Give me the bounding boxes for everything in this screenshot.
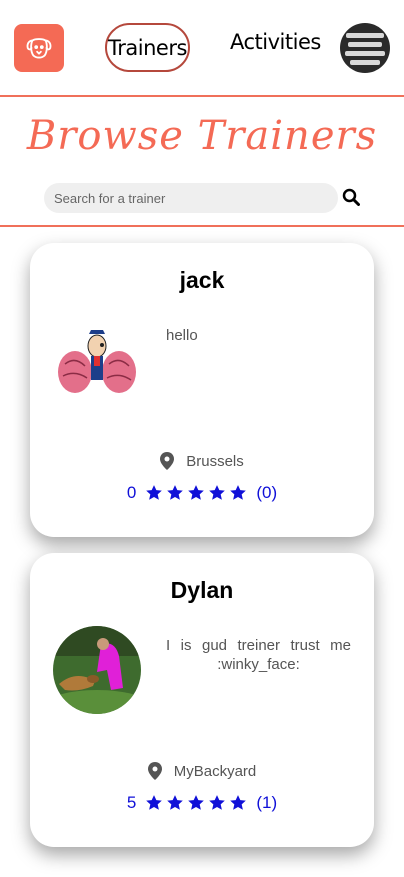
trainer-location: MyBackyard bbox=[30, 762, 374, 780]
trainer-rating: 5 (1) bbox=[30, 793, 374, 813]
star-icon bbox=[209, 485, 226, 500]
top-nav: Trainers Activities bbox=[0, 0, 404, 97]
star-icon bbox=[230, 485, 247, 500]
star-icon bbox=[167, 485, 184, 500]
trainer-card[interactable]: Dylan I is gud treiner trust me :winky_f… bbox=[30, 553, 374, 847]
trainer-name: Dylan bbox=[170, 577, 234, 603]
trainer-card[interactable]: jack hello Brussels 0 (0) bbox=[30, 243, 374, 537]
star-icon bbox=[167, 795, 184, 810]
star-icon bbox=[146, 485, 163, 500]
rating-value: 0 bbox=[126, 483, 137, 502]
search-icon[interactable] bbox=[342, 188, 360, 206]
location-pin-icon bbox=[147, 762, 162, 780]
trainer-photo bbox=[53, 316, 141, 404]
rating-stars bbox=[145, 794, 247, 812]
trainer-location: Brussels bbox=[30, 452, 374, 470]
star-icon bbox=[188, 485, 205, 500]
user-avatar[interactable] bbox=[340, 23, 390, 73]
review-count: (0) bbox=[256, 483, 278, 502]
logo-button[interactable] bbox=[14, 24, 64, 72]
rating-value: 5 bbox=[126, 793, 137, 812]
trainer-bio: hello bbox=[166, 327, 198, 344]
nav-activities-link[interactable]: Activities bbox=[230, 30, 321, 54]
trainer-bio: I is gud treiner trust me :winky_face: bbox=[166, 637, 351, 673]
review-count: (1) bbox=[256, 793, 278, 812]
location-label: Brussels bbox=[186, 452, 244, 470]
star-icon bbox=[146, 795, 163, 810]
nav-trainers-link[interactable]: Trainers bbox=[105, 23, 190, 72]
trainer-rating: 0 (0) bbox=[30, 483, 374, 503]
rating-stars bbox=[145, 484, 247, 502]
search-input[interactable] bbox=[44, 183, 338, 213]
page-title: Browse Trainers bbox=[26, 113, 378, 159]
trainer-name: jack bbox=[179, 267, 225, 293]
browse-header: Browse Trainers bbox=[0, 99, 404, 227]
dog-face-icon bbox=[26, 38, 52, 59]
trainer-photo bbox=[53, 626, 141, 714]
location-pin-icon bbox=[160, 452, 175, 470]
star-icon bbox=[188, 795, 205, 810]
location-label: MyBackyard bbox=[173, 762, 257, 780]
star-icon bbox=[209, 795, 226, 810]
star-icon bbox=[230, 795, 247, 810]
